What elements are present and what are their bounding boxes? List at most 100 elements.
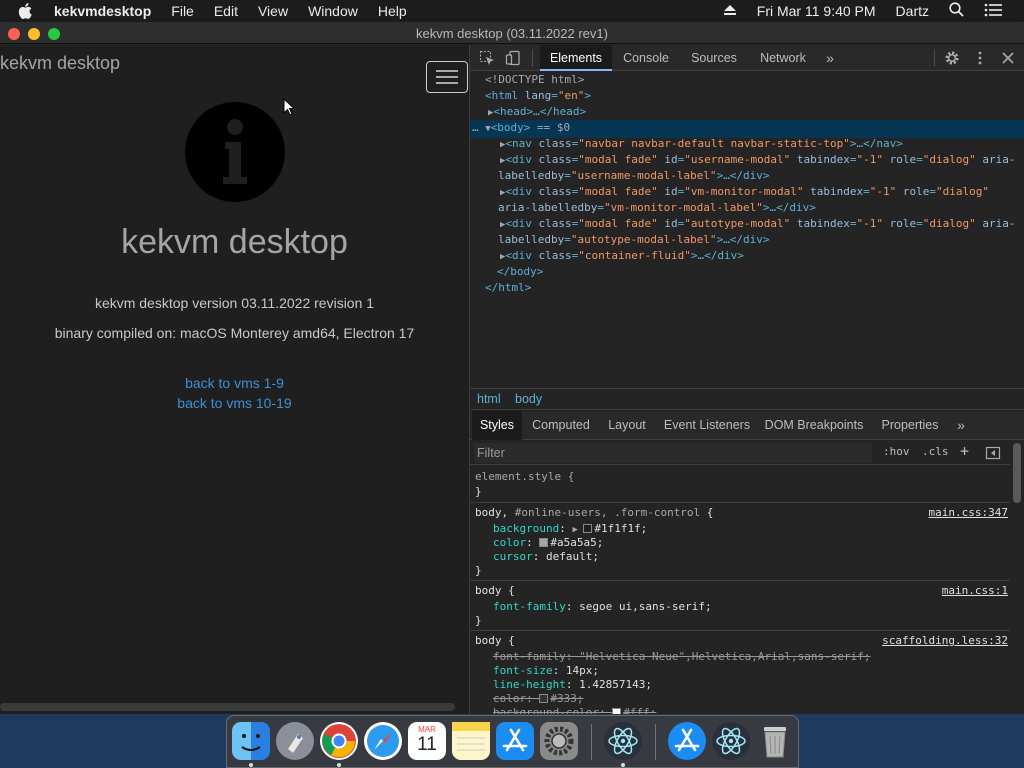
declaration-cursor[interactable]: cursor: default; — [493, 550, 599, 564]
tab-elements[interactable]: Elements — [540, 45, 612, 71]
app-content: kekvm desktop kekvm desktop kekvm deskto… — [0, 45, 469, 714]
back-to-vms-10-19-link[interactable]: back to vms 10-19 — [0, 395, 469, 411]
menu-bar: kekvmdesktop File Edit View Window Help … — [0, 0, 1024, 22]
compiled-text: binary compiled on: macOS Monterey amd64… — [54, 325, 415, 341]
dom-node-doctype[interactable]: <!DOCTYPE html> — [485, 72, 1024, 88]
navbar-brand[interactable]: kekvm desktop — [0, 53, 120, 74]
source-link-main-css-347[interactable]: main.css:347 — [929, 506, 1008, 519]
tab-layout[interactable]: Layout — [602, 411, 652, 440]
declaration-color[interactable]: color: #a5a5a5; — [493, 536, 603, 550]
control-center-icon[interactable] — [984, 3, 1002, 20]
horizontal-scrollbar[interactable] — [0, 703, 455, 711]
tab-event-listeners[interactable]: Event Listeners — [660, 411, 754, 440]
menu-file[interactable]: File — [171, 3, 194, 19]
safari-icon[interactable] — [364, 722, 402, 760]
chrome-icon[interactable] — [320, 722, 358, 760]
declaration-color-overridden[interactable]: color: #333; — [493, 692, 584, 706]
more-style-tabs-button[interactable]: » — [952, 411, 970, 440]
settings-gear-icon[interactable] — [944, 50, 960, 66]
declaration-line-height[interactable]: line-height: 1.42857143; — [493, 678, 652, 692]
finder-icon[interactable] — [232, 722, 270, 760]
version-text: kekvm desktop version 03.11.2022 revisio… — [94, 295, 375, 311]
menubar-user[interactable]: Dartz — [896, 3, 929, 19]
more-options-icon[interactable] — [972, 50, 988, 66]
device-toolbar-icon[interactable] — [505, 50, 521, 66]
declaration-background[interactable]: background: ▶ #1f1f1f; — [493, 522, 647, 537]
system-preferences-icon[interactable] — [540, 722, 578, 760]
tab-network[interactable]: Network — [752, 45, 814, 71]
mouse-cursor-icon — [283, 98, 295, 116]
dom-node-container-fluid[interactable]: ▶<div class="container-fluid">…</div> — [500, 248, 1024, 266]
back-to-vms-1-9-link[interactable]: back to vms 1-9 — [0, 375, 469, 391]
source-link-scaffolding-less-32[interactable]: scaffolding.less:32 — [882, 634, 1008, 647]
menu-window[interactable]: Window — [308, 3, 358, 19]
styles-filter-bar: Filter :hov .cls + — [470, 441, 1010, 465]
rule-body-main-css-1[interactable]: body { — [475, 584, 515, 598]
tab-console[interactable]: Console — [616, 45, 676, 71]
styles-rules-pane: element.style { } body, #online-users, .… — [470, 466, 1010, 714]
toggle-sidebar-icon[interactable] — [985, 445, 1001, 461]
navbar-toggle-button[interactable] — [426, 61, 468, 93]
dock: MAR 11 — [226, 715, 799, 768]
declaration-background-color-overridden[interactable]: background-color: #fff; — [493, 706, 656, 714]
menu-edit[interactable]: Edit — [214, 3, 238, 19]
info-icon — [185, 102, 285, 202]
styles-filter-input[interactable]: Filter — [474, 443, 872, 463]
eject-icon[interactable] — [723, 3, 737, 19]
notes-icon[interactable] — [452, 722, 490, 760]
devtools-tab-bar: Elements Console Sources Network » — [470, 45, 1024, 71]
dom-node-nav[interactable]: ▶<nav class="navbar navbar-default navba… — [500, 136, 1024, 154]
dom-node-body[interactable]: … ▼<body> == $0 — [470, 120, 1024, 138]
menu-view[interactable]: View — [258, 3, 288, 19]
calendar-icon[interactable]: MAR 11 — [408, 722, 446, 760]
menubar-clock[interactable]: Fri Mar 11 9:40 PM — [757, 3, 876, 19]
electron-icon[interactable] — [712, 722, 750, 760]
rule-element-style[interactable]: element.style { — [475, 470, 574, 484]
color-swatch-icon[interactable] — [539, 538, 549, 547]
tab-computed[interactable]: Computed — [528, 411, 594, 440]
color-swatch-icon[interactable] — [539, 694, 549, 703]
declaration-font-family-overridden[interactable]: font-family: "Helvetica Neue",Helvetica,… — [493, 650, 871, 664]
source-link-main-css-1[interactable]: main.css:1 — [942, 584, 1008, 597]
spotlight-search-icon[interactable] — [949, 2, 964, 20]
breadcrumb-body[interactable]: body — [515, 392, 542, 406]
more-tabs-button[interactable]: » — [820, 45, 840, 71]
app-store-icon[interactable] — [668, 722, 706, 760]
class-toggle[interactable]: .cls — [922, 445, 949, 458]
declaration-font-family[interactable]: font-family: segoe ui,sans-serif; — [493, 600, 712, 614]
tab-properties[interactable]: Properties — [878, 411, 942, 440]
color-swatch-icon[interactable] — [612, 708, 622, 714]
inspect-element-icon[interactable] — [479, 50, 495, 66]
dom-node-username-modal[interactable]: ▶<div class="modal fade" id="username-mo… — [500, 152, 1024, 170]
declaration-font-size[interactable]: font-size: 14px; — [493, 664, 599, 678]
hamburger-icon — [436, 70, 458, 72]
app-menu[interactable]: kekvmdesktop — [54, 3, 151, 19]
rule-body-main-css-347[interactable]: body, #online-users, .form-control { — [475, 506, 713, 520]
launchpad-icon[interactable] — [276, 722, 314, 760]
tab-dom-breakpoints[interactable]: DOM Breakpoints — [764, 411, 864, 440]
dom-node-head[interactable]: ▶<head>…</head> — [488, 104, 1024, 122]
dom-node-body-close[interactable]: </body> — [497, 264, 1024, 280]
dom-node-vm-monitor-modal[interactable]: ▶<div class="modal fade" id="vm-monitor-… — [500, 184, 1024, 202]
tab-sources[interactable]: Sources — [684, 45, 744, 71]
close-devtools-icon[interactable] — [1000, 50, 1016, 66]
dom-tree: <!DOCTYPE html> <html lang="en"> ▶<head>… — [470, 72, 1024, 362]
tab-styles[interactable]: Styles — [472, 411, 522, 440]
electron-icon[interactable] — [604, 722, 642, 760]
page-title: kekvm desktop — [121, 223, 348, 261]
dom-node-html[interactable]: <html lang="en"> — [485, 88, 1024, 104]
dom-node-html-close[interactable]: </html> — [485, 280, 1024, 296]
window-titlebar[interactable]: kekvm desktop (03.11.2022 rev1) — [0, 22, 1024, 44]
devtools-panel: Elements Console Sources Network » <!DOC… — [469, 45, 1024, 714]
color-swatch-icon[interactable] — [583, 524, 593, 533]
hover-state-toggle[interactable]: :hov — [883, 445, 910, 458]
dom-node-autotype-modal[interactable]: ▶<div class="modal fade" id="autotype-mo… — [500, 216, 1024, 234]
trash-icon[interactable] — [756, 722, 794, 760]
styles-vertical-scrollbar[interactable] — [1013, 443, 1021, 503]
apple-icon[interactable] — [18, 2, 36, 20]
breadcrumb-html[interactable]: html — [477, 392, 501, 406]
menu-help[interactable]: Help — [378, 3, 407, 19]
new-style-rule-button[interactable]: + — [960, 442, 969, 460]
app-store-icon[interactable] — [496, 722, 534, 760]
rule-body-scaffolding[interactable]: body { — [475, 634, 515, 648]
